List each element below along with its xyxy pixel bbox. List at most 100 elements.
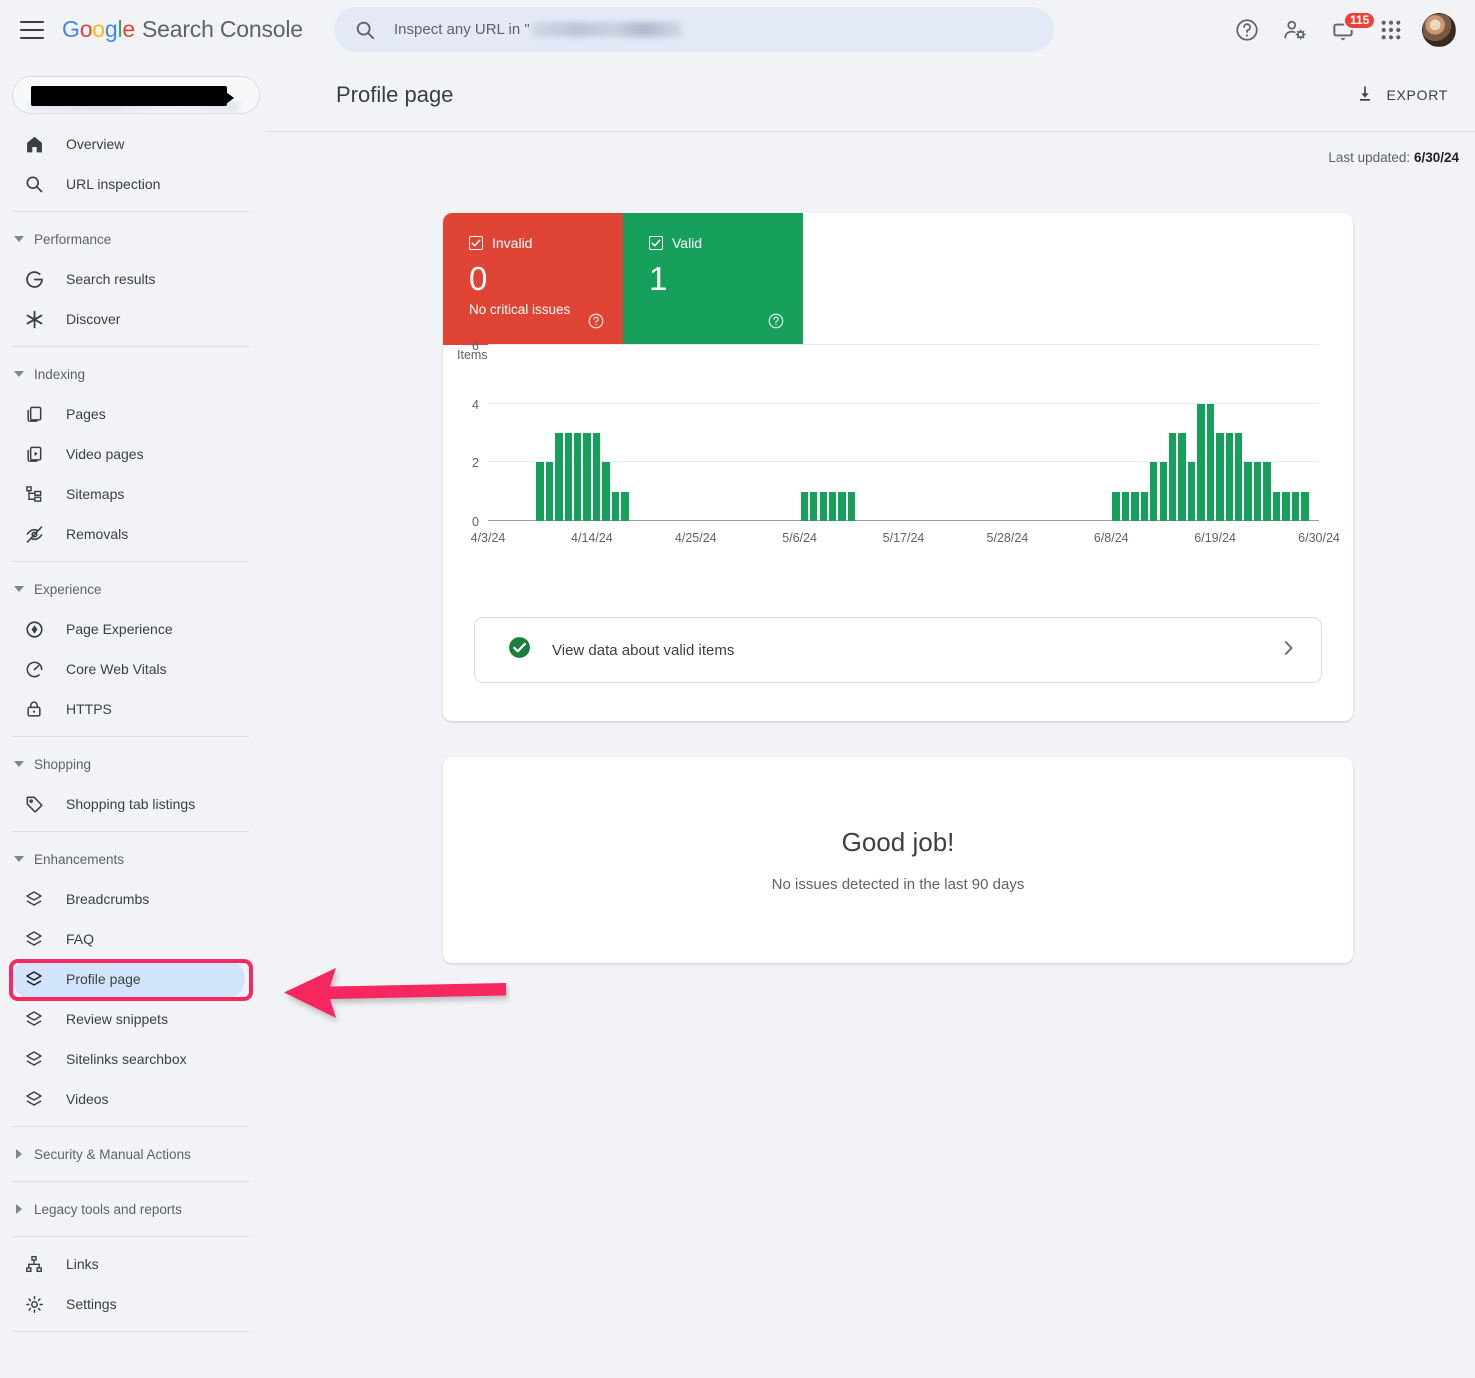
chart-bar[interactable] <box>1112 491 1120 521</box>
chart-bar[interactable] <box>602 462 610 521</box>
tag-icon <box>22 792 46 816</box>
last-updated: Last updated: 6/30/24 <box>265 132 1475 165</box>
sidebar-item-pages[interactable]: Pages <box>0 394 249 434</box>
chart-bar[interactable] <box>1282 491 1290 521</box>
chart-bar[interactable] <box>1168 433 1177 521</box>
chart-bar[interactable] <box>1263 462 1271 521</box>
chart-bar[interactable] <box>847 491 856 521</box>
apps-grid-icon[interactable] <box>1369 8 1413 52</box>
sidebar-divider <box>12 736 249 737</box>
status-tab-invalid[interactable]: Invalid 0 No critical issues <box>443 213 623 345</box>
hamburger-menu-icon[interactable] <box>20 20 44 39</box>
chart-bar[interactable] <box>1272 491 1281 521</box>
chart-bar[interactable] <box>1197 403 1205 521</box>
video-pages-icon <box>22 442 46 466</box>
sidebar-item-page-experience[interactable]: Page Experience <box>0 609 249 649</box>
chart-x-tick: 4/25/24 <box>674 531 717 545</box>
chart-bar[interactable] <box>810 491 818 521</box>
status-tab-valid[interactable]: Valid 1 <box>623 213 803 345</box>
chart-bar[interactable] <box>1235 433 1243 521</box>
sidebar-item-breadcrumbs[interactable]: Breadcrumbs <box>0 879 249 919</box>
layers-icon <box>22 927 46 951</box>
chart-bar[interactable] <box>611 491 620 521</box>
sidebar-divider <box>12 831 249 832</box>
notifications-icon[interactable]: 115 <box>1321 8 1377 52</box>
chart-bar[interactable] <box>1159 462 1167 521</box>
status-tab-name: Invalid <box>492 235 533 251</box>
sidebar-item-shopping-tab-listings[interactable]: Shopping tab listings <box>0 784 249 824</box>
chart-bar[interactable] <box>1178 433 1186 521</box>
chart-bar[interactable] <box>1291 491 1300 521</box>
export-button[interactable]: EXPORT <box>1343 77 1460 113</box>
sidebar-item-faq[interactable]: FAQ <box>0 919 249 959</box>
chart-bar[interactable] <box>1206 403 1215 521</box>
sidebar-divider <box>12 1181 249 1182</box>
sidebar-item-sitemaps[interactable]: Sitemaps <box>0 474 249 514</box>
search-icon <box>354 19 376 41</box>
sidebar-item-https[interactable]: HTTPS <box>0 689 249 729</box>
sidebar-item-discover[interactable]: Discover <box>0 299 249 339</box>
chart-bar[interactable] <box>1301 491 1309 521</box>
checkbox-checked-icon[interactable] <box>469 236 483 250</box>
sidebar-group-performance[interactable]: Performance <box>0 219 265 259</box>
sidebar-group-experience[interactable]: Experience <box>0 569 265 609</box>
status-tab-header: Invalid <box>469 235 623 251</box>
sidebar-item-removals[interactable]: Removals <box>0 514 249 554</box>
chart-bar[interactable] <box>592 433 601 521</box>
sidebar-item-search-results[interactable]: Search results <box>0 259 249 299</box>
chart-x-tick: 6/19/24 <box>1194 531 1236 545</box>
sidebar-group-security-manual-actions[interactable]: Security & Manual Actions <box>0 1134 265 1174</box>
sidebar-group-enhancements[interactable]: Enhancements <box>0 839 265 879</box>
home-icon <box>22 132 46 156</box>
chart-bar[interactable] <box>1225 433 1233 521</box>
sidebar-item-label: Sitemaps <box>66 486 125 502</box>
chart-bar[interactable] <box>838 491 846 521</box>
chart-bar[interactable] <box>545 462 554 521</box>
property-selector[interactable] <box>12 76 260 114</box>
chart-bar[interactable] <box>800 491 809 521</box>
chevron-right-icon <box>16 1204 22 1214</box>
sidebar-item-url-inspection[interactable]: URL inspection <box>0 164 249 204</box>
chart-bar[interactable] <box>1121 491 1130 521</box>
chart-bar[interactable] <box>555 433 563 521</box>
sidebar-group-indexing[interactable]: Indexing <box>0 354 265 394</box>
sidebar-item-settings[interactable]: Settings <box>0 1284 249 1324</box>
chart-bar[interactable] <box>1131 491 1139 521</box>
chart-bar[interactable] <box>574 433 582 521</box>
chart-bar[interactable] <box>1140 491 1148 521</box>
chevron-right-icon <box>16 1149 22 1159</box>
chart-bar[interactable] <box>583 433 591 521</box>
chart-bar[interactable] <box>536 462 544 521</box>
chart-bar[interactable] <box>1150 462 1158 521</box>
help-circle-icon[interactable] <box>767 312 785 335</box>
sidebar-item-overview[interactable]: Overview <box>0 124 249 164</box>
chart-bar[interactable] <box>1253 462 1262 521</box>
sidebar-item-review-snippets[interactable]: Review snippets <box>0 999 249 1039</box>
chart-bar[interactable] <box>621 491 629 521</box>
chart-bar[interactable] <box>819 491 827 521</box>
chart-bar[interactable] <box>1216 433 1224 521</box>
pages-icon <box>22 402 46 426</box>
view-valid-items-row[interactable]: View data about valid items <box>474 617 1322 683</box>
chart-bar[interactable] <box>564 433 572 521</box>
help-icon[interactable] <box>1225 8 1269 52</box>
sidebar-item-links[interactable]: Links <box>0 1244 249 1284</box>
chart-x-tick: 6/8/24 <box>1093 531 1129 545</box>
sidebar-item-sitelinks-searchbox[interactable]: Sitelinks searchbox <box>0 1039 249 1079</box>
sidebar-group-shopping[interactable]: Shopping <box>0 744 265 784</box>
chart-bar[interactable] <box>1244 462 1252 521</box>
account-settings-icon[interactable] <box>1273 8 1317 52</box>
sidebar-item-videos[interactable]: Videos <box>0 1079 249 1119</box>
help-circle-icon[interactable] <box>587 312 605 335</box>
app-brand[interactable]: Google Search Console <box>62 16 303 43</box>
sidebar-item-profile-page[interactable]: Profile page <box>12 959 245 999</box>
checkbox-checked-icon[interactable] <box>649 236 663 250</box>
url-inspection-search-box[interactable]: Inspect any URL in " <box>334 7 1054 52</box>
sidebar-item-core-web-vitals[interactable]: Core Web Vitals <box>0 649 249 689</box>
chart-bar[interactable] <box>828 491 837 521</box>
chart-bar[interactable] <box>1187 462 1196 521</box>
sidebar-divider <box>12 346 249 347</box>
sidebar-item-video-pages[interactable]: Video pages <box>0 434 249 474</box>
sidebar-group-legacy-tools[interactable]: Legacy tools and reports <box>0 1189 265 1229</box>
avatar-button[interactable] <box>1417 8 1461 52</box>
